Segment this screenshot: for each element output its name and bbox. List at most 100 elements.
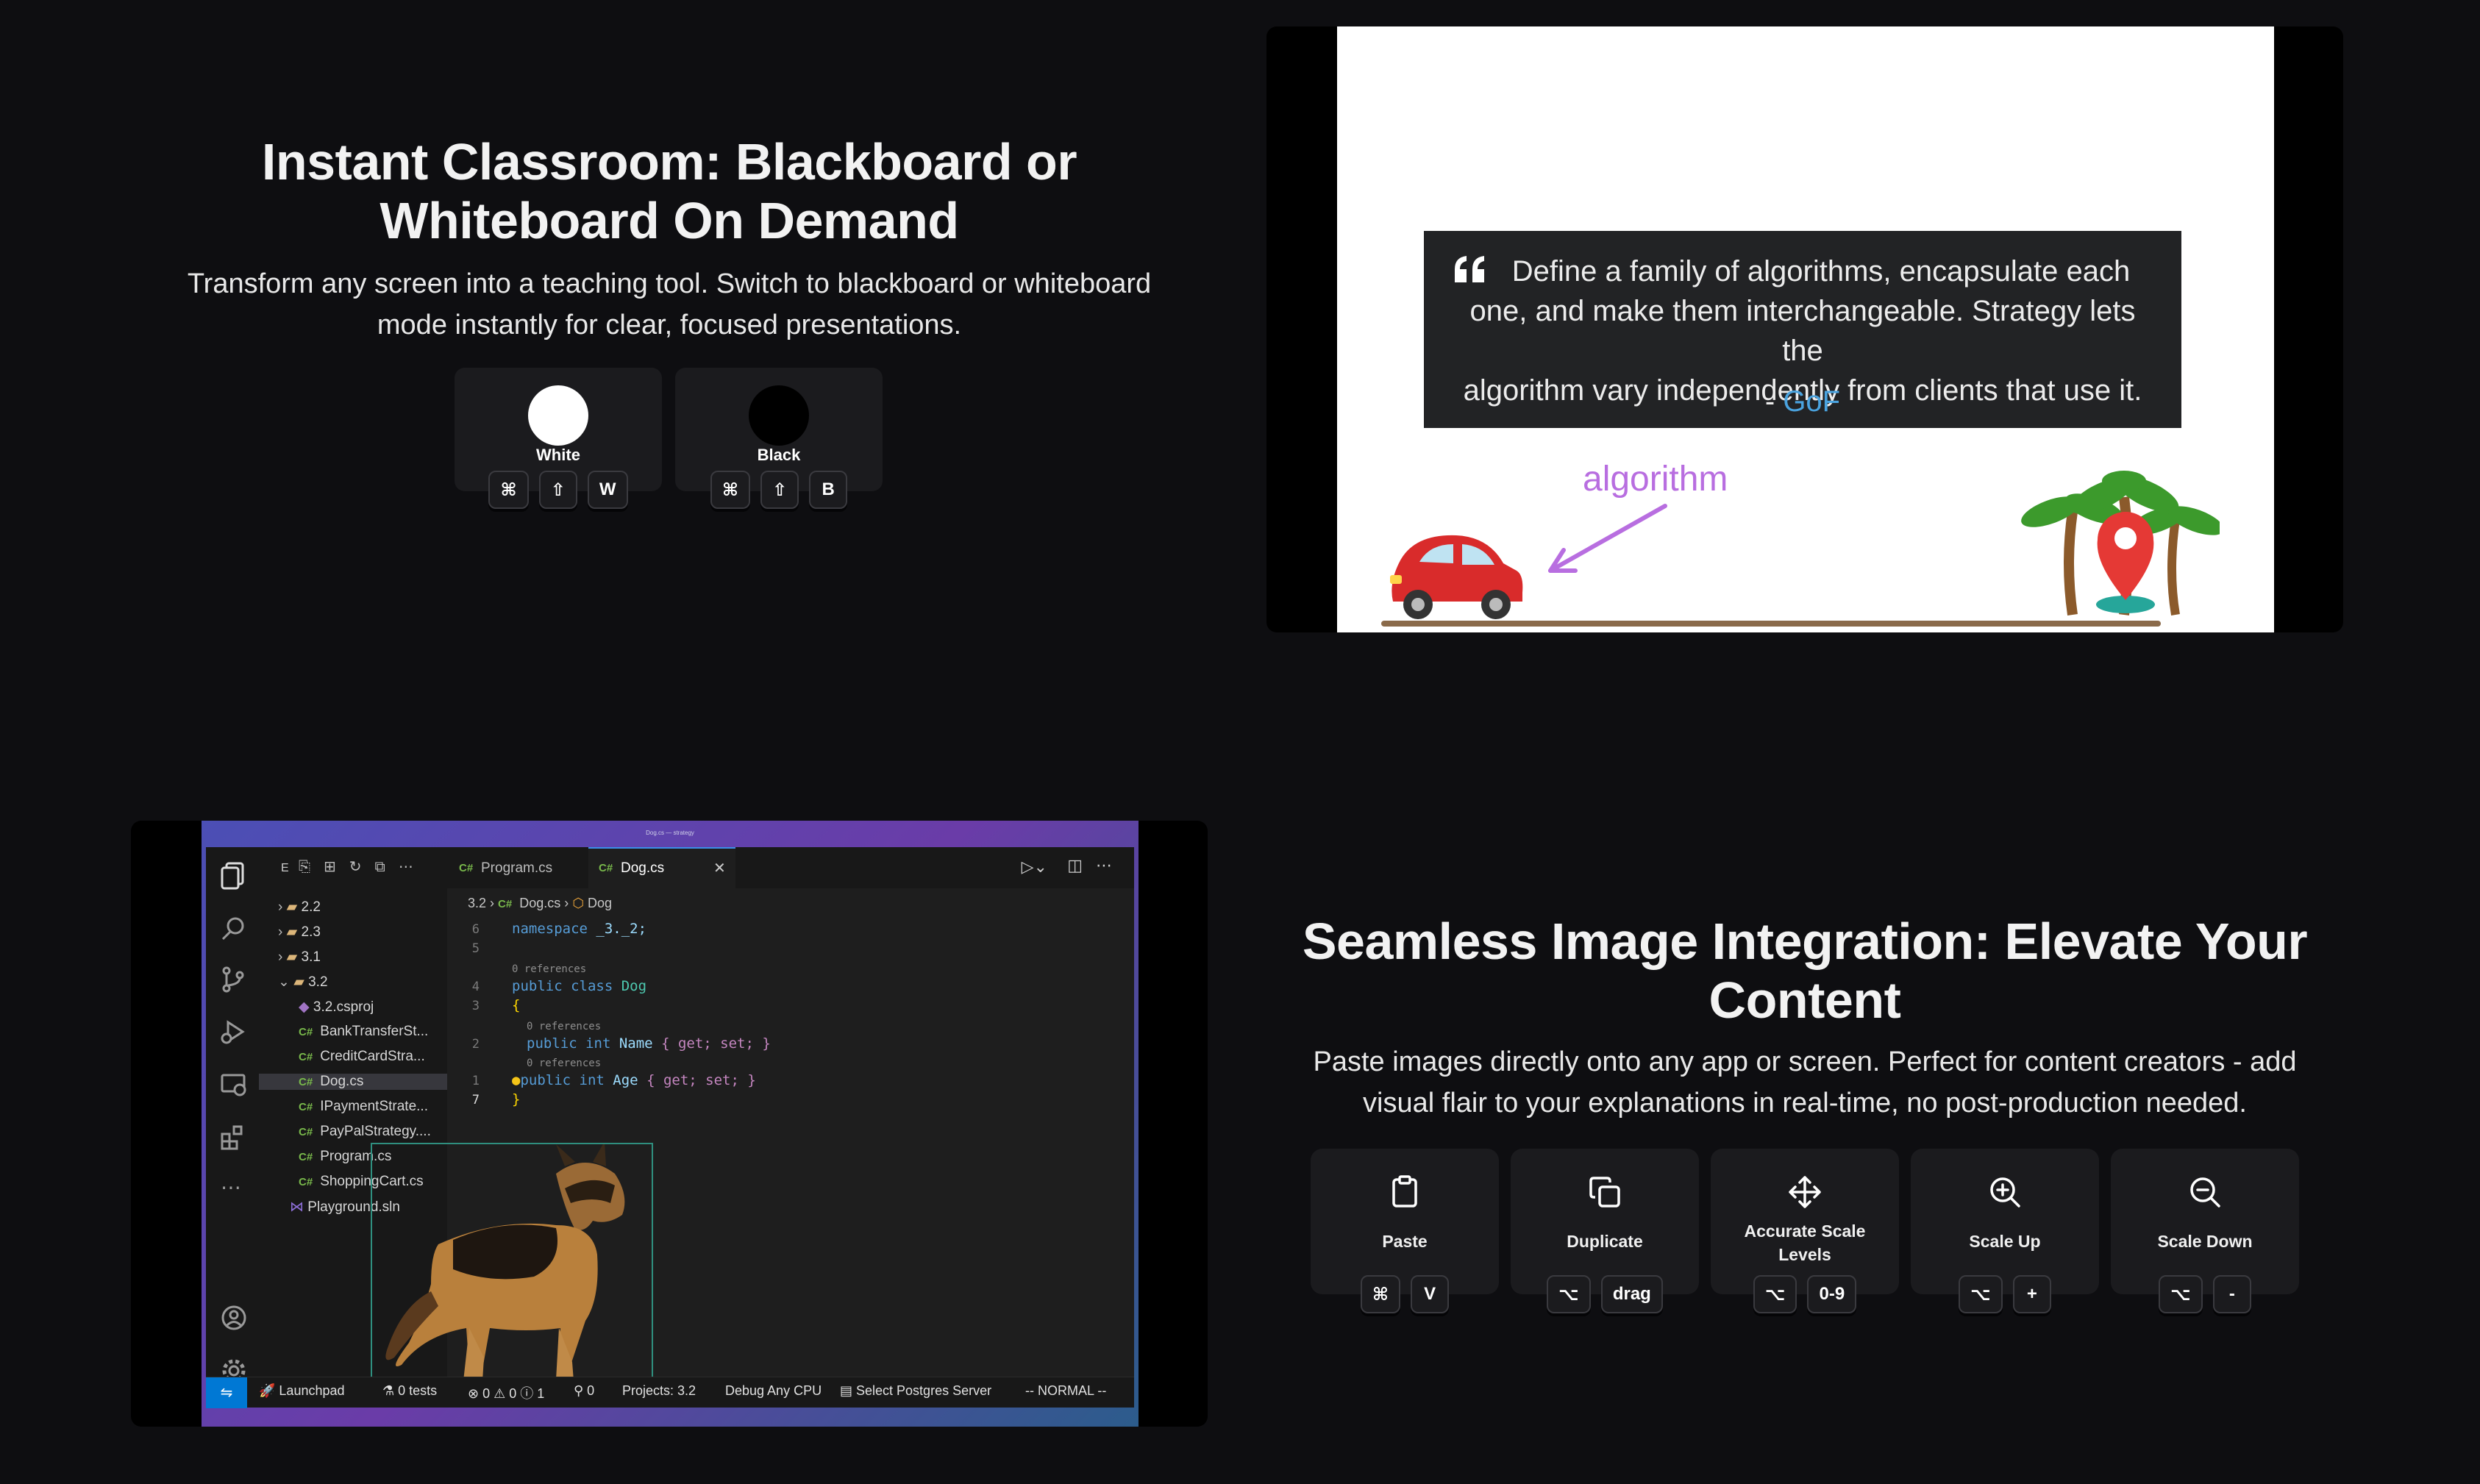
folder-icon: ▰ [286, 899, 298, 915]
annotation-arrow [1548, 504, 1667, 573]
image-integration-section: Seamless Image Integration: Elevate Your… [1244, 912, 2365, 1132]
file-tree-item[interactable]: C# PayPalStrategy.... [299, 1124, 431, 1140]
split-editor-icon[interactable]: ◫ [1067, 856, 1083, 875]
white-mode-shortcut: ⌘ ⇧ W [455, 471, 662, 509]
references-lens[interactable]: 0 references [527, 1057, 601, 1069]
editor-preview: Dog.cs — strategy ⋯ E ⎘⊞↻⧉⋯ › ▰ 2.2 › ▰ 2… [131, 821, 1208, 1427]
file-tree-item[interactable]: › ▰ 3.1 [278, 949, 321, 966]
tab-label: Dog.cs [621, 860, 665, 876]
postgres-label: Select Postgres Server [856, 1383, 992, 1398]
source-control-icon[interactable] [221, 966, 246, 993]
file-tree-item[interactable]: ◆ 3.2.csproj [299, 999, 374, 1016]
breadcrumb-symbol[interactable]: Dog [588, 896, 612, 910]
command-key: ⌘ [710, 471, 751, 509]
tab-dog-cs[interactable]: C# Dog.cs ✕ [588, 847, 735, 888]
csharp-icon: C# [459, 862, 474, 874]
attribution-dash: - [1764, 385, 1784, 418]
csharp-icon: C# [498, 898, 513, 910]
duplicate-shortcut: ⌥ drag [1511, 1275, 1699, 1313]
file-tree-item[interactable]: › ▰ 2.3 [278, 924, 321, 941]
paste-shortcut: ⌘ V [1311, 1275, 1499, 1313]
quote-box: Define a family of algorithms, encapsula… [1424, 231, 2181, 428]
keyword: public class [512, 978, 613, 994]
w-key: W [587, 471, 628, 509]
status-ports[interactable]: ⚲ 0 [574, 1383, 594, 1399]
csharp-icon: C# [299, 1151, 313, 1163]
file-tree-label: BankTransferSt... [320, 1024, 429, 1039]
run-debug-icon[interactable] [221, 1019, 246, 1044]
lightbulb-icon[interactable]: ● [512, 1072, 520, 1088]
database-icon: ▤ [840, 1383, 857, 1398]
solution-icon: ⋈ [290, 1199, 304, 1215]
duplicate-label: Duplicate [1567, 1232, 1643, 1251]
scale-down-label: Scale Down [2157, 1232, 2253, 1251]
property-name: Age [613, 1072, 638, 1088]
shortcut-key: V [1411, 1275, 1450, 1313]
shortcut-key: 0-9 [1807, 1275, 1857, 1313]
file-tree-label: 2.3 [301, 924, 321, 940]
keyword: namespace [512, 921, 588, 937]
file-tree-item[interactable]: › ▰ 2.2 [278, 899, 321, 916]
quote-attribution: - GoF [1424, 385, 2181, 418]
editor-window: Dog.cs — strategy ⋯ E ⎘⊞↻⧉⋯ › ▰ 2.2 › ▰ 2… [202, 821, 1139, 1427]
status-tests[interactable]: ⚗ 0 tests [382, 1383, 437, 1399]
tab-bar: C# Program.cs C# Dog.cs ✕ ▷⌄ ◫ ⋯ [447, 847, 1134, 888]
shift-key: ⇧ [538, 471, 577, 509]
whiteboard-canvas: Define a family of algorithms, encapsula… [1337, 26, 2274, 632]
paste-label: Paste [1382, 1232, 1428, 1251]
file-tree-item[interactable]: ⌄ ▰ 3.2 [278, 974, 328, 991]
duplicate-card[interactable]: Duplicate [1511, 1149, 1699, 1294]
attribution-link[interactable]: GoF [1783, 385, 1840, 418]
search-icon[interactable] [221, 916, 246, 941]
file-tree-label: 3.2 [308, 974, 328, 990]
accurate-scale-levels-card[interactable]: Accurate Scale Levels [1711, 1149, 1899, 1294]
chevron-right-icon: › [278, 899, 283, 915]
line-number: 1 [471, 1074, 480, 1088]
car-icon [1390, 535, 1523, 619]
algorithm-annotation: algorithm [1583, 460, 1728, 499]
tab-program-cs[interactable]: C# Program.cs [447, 847, 587, 888]
paste-card[interactable]: Paste [1311, 1149, 1499, 1294]
shortcut-key: - [2212, 1275, 2251, 1313]
close-icon[interactable]: ✕ [713, 859, 726, 877]
chevron-right-icon: › [278, 924, 283, 940]
scale-down-card[interactable]: Scale Down [2111, 1149, 2299, 1294]
status-postgres[interactable]: ▤ Select Postgres Server [840, 1383, 991, 1399]
file-tree-label: PayPalStrategy.... [320, 1124, 431, 1139]
scale-up-card[interactable]: Scale Up [1911, 1149, 2099, 1294]
file-tree-item[interactable]: C# BankTransferSt... [299, 1024, 428, 1040]
csharp-icon: C# [299, 1076, 313, 1088]
quote-line-2: one, and make them interchangeable. Stra… [1469, 295, 2136, 367]
accurate-scale-levels-label: Accurate Scale Levels [1744, 1221, 1866, 1264]
folder-icon: ▰ [286, 949, 298, 965]
extensions-icon[interactable] [221, 1125, 246, 1150]
file-tree-item[interactable]: C# CreditCardStra... [299, 1049, 425, 1065]
code-namespace: namespace _3._2; [512, 921, 646, 937]
file-tree-label: 3.2.csproj [313, 999, 374, 1015]
account-icon[interactable] [221, 1305, 247, 1331]
accessors: { get; set; } [646, 1072, 756, 1088]
breadcrumb-folder[interactable]: 3.2 [468, 896, 486, 910]
more-icon[interactable]: ⋯ [221, 1175, 241, 1199]
references-lens[interactable]: 0 references [527, 1021, 601, 1032]
status-projects[interactable]: Projects: 3.2 [622, 1383, 696, 1399]
property-name: Name [619, 1035, 653, 1052]
remote-explorer-icon[interactable] [221, 1072, 247, 1097]
shortcut-key: ⌥ [1753, 1275, 1797, 1313]
line-number: 4 [471, 980, 480, 994]
more-actions-icon[interactable]: ⋯ [1096, 856, 1112, 875]
file-tree-label: Dog.cs [320, 1074, 364, 1089]
file-tree-item[interactable]: C# IPaymentStrate... [299, 1099, 428, 1115]
references-lens[interactable]: 0 references [512, 963, 586, 975]
status-problems[interactable]: ⊗ 0 ⚠ 0 ⓘ 1 [468, 1383, 544, 1402]
explorer-icon[interactable] [221, 862, 246, 890]
line-number: 6 [471, 922, 480, 937]
tab-label: Program.cs [481, 860, 553, 876]
status-launchpad[interactable]: 🚀 Launchpad [259, 1383, 345, 1399]
file-tree-item[interactable]: C# Dog.cs [259, 1074, 447, 1090]
pasted-image[interactable] [371, 1141, 653, 1388]
status-debug-config[interactable]: Debug Any CPU [725, 1383, 822, 1399]
breadcrumb-file[interactable]: Dog.cs [519, 896, 560, 910]
run-icon[interactable]: ▷⌄ [1022, 857, 1047, 877]
remote-indicator-icon[interactable]: ⇋ [206, 1377, 247, 1408]
